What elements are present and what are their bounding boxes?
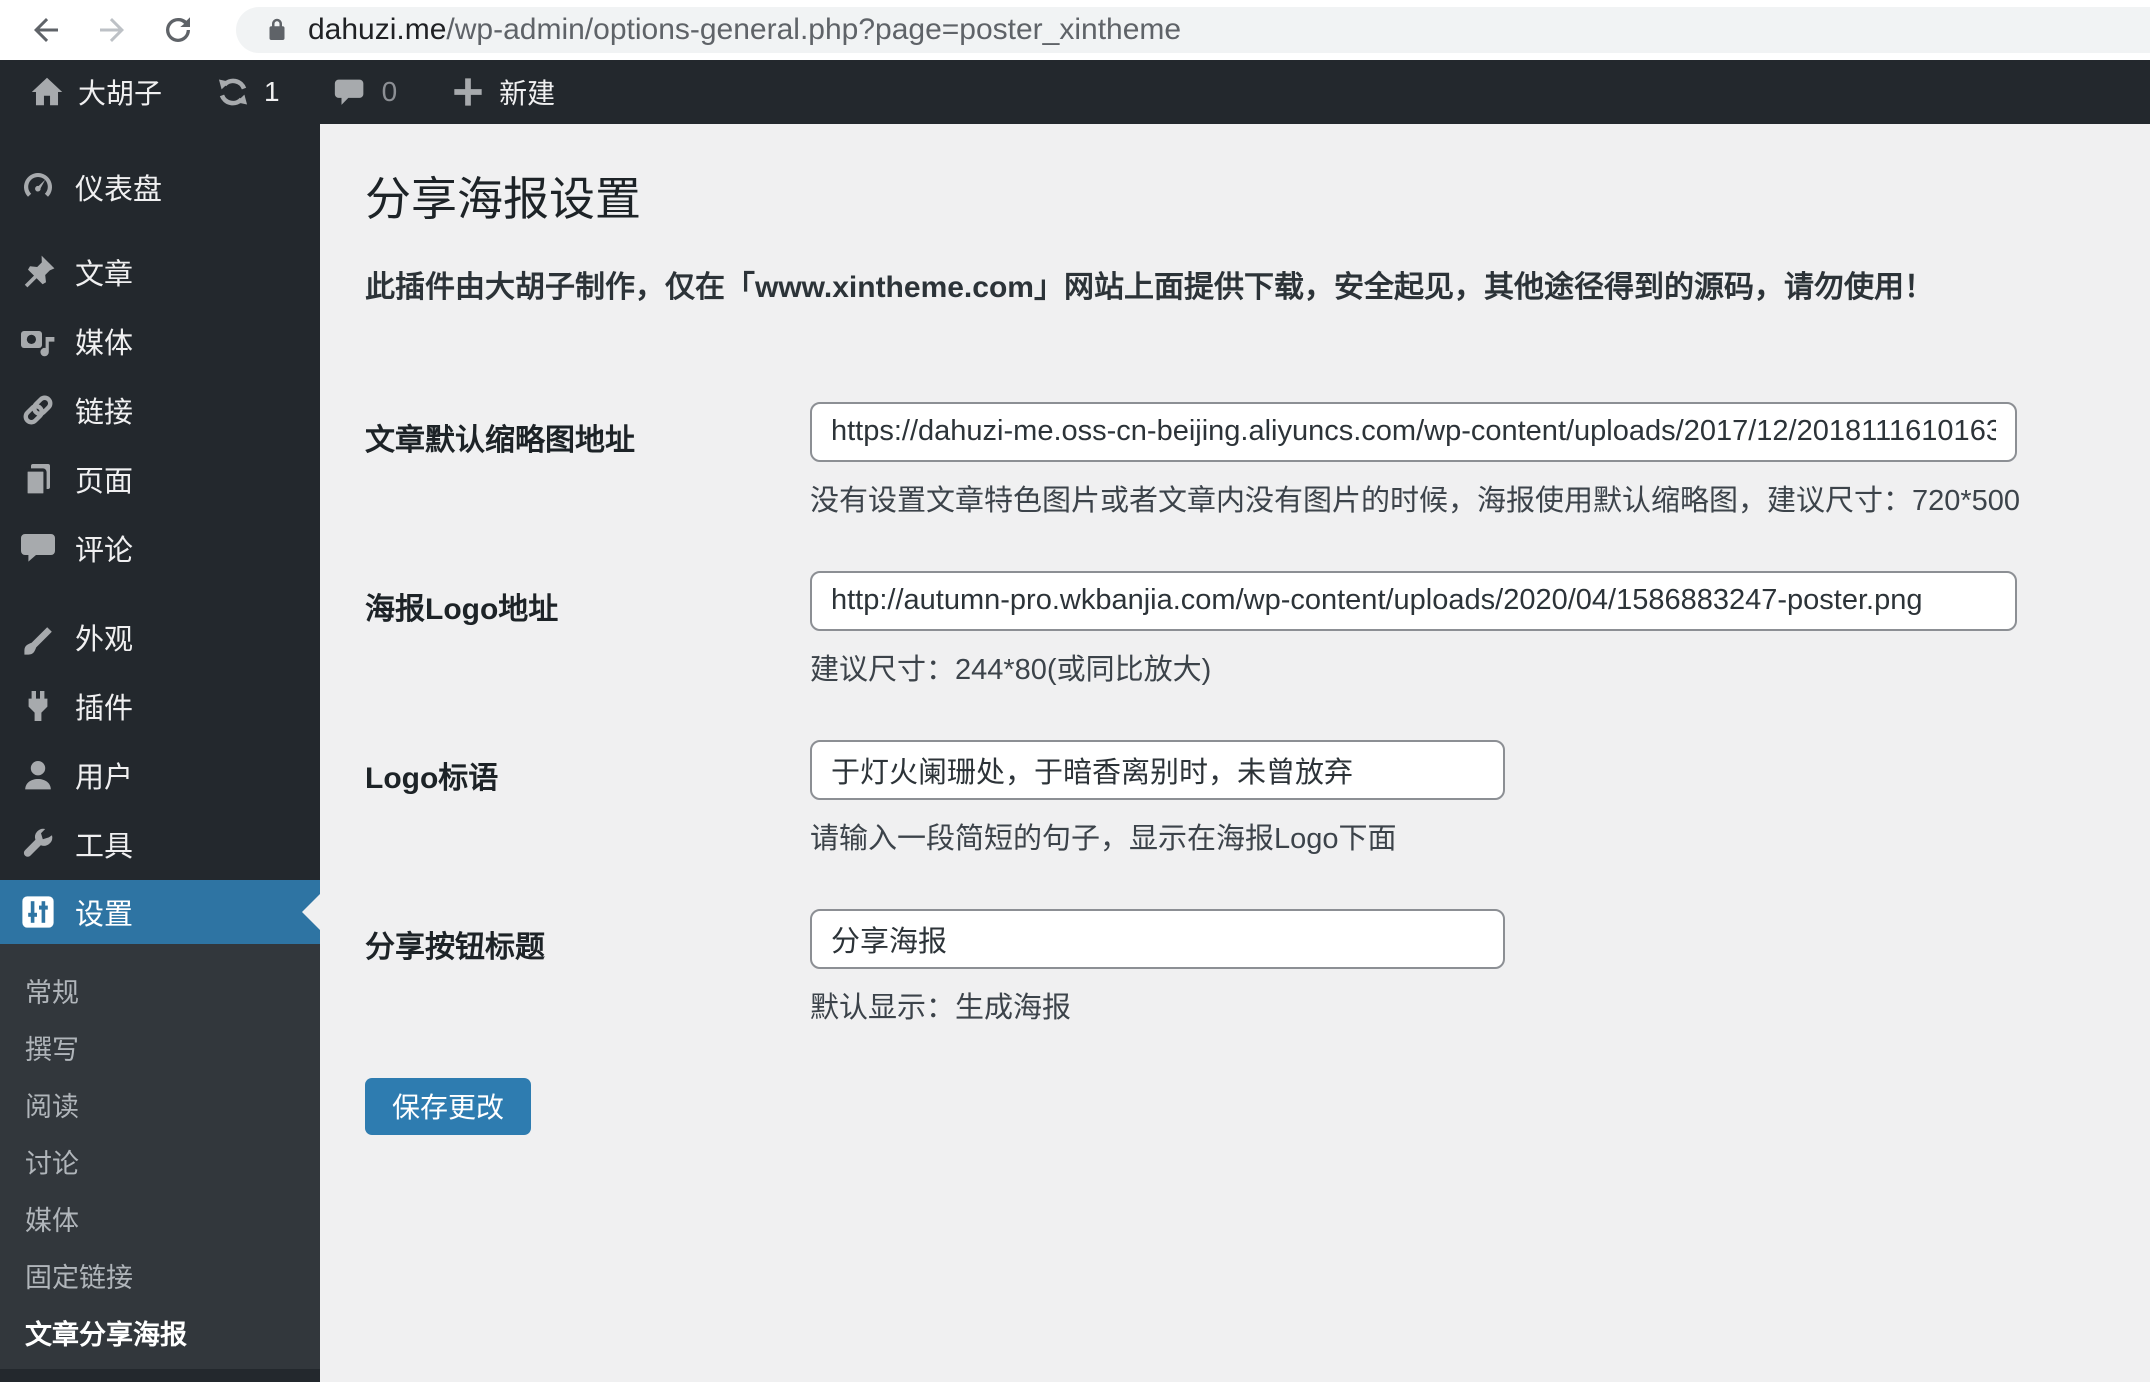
admin-bar: 大胡子 1 0 新建 [0,60,2150,124]
home-icon [31,77,63,106]
form-row-logo-url: 海报Logo地址 建议尺寸：244*80(或同比放大) [365,570,2110,688]
field-help: 建议尺寸：244*80(或同比放大) [810,653,1212,686]
settings-submenu: 常规 撰写 阅读 讨论 媒体 固定链接 文章分享海报 [0,944,320,1369]
updates-count: 1 [264,76,280,107]
poster-settings-form: 文章默认缩略图地址 没有设置文章特色图片或者文章内没有图片的时候，海报使用默认缩… [365,401,2110,1135]
form-row-thumbnail-url: 文章默认缩略图地址 没有设置文章特色图片或者文章内没有图片的时候，海报使用默认缩… [365,401,2110,519]
field-label: 海报Logo地址 [365,592,559,626]
new-label: 新建 [499,78,556,109]
sidebar-item-settings[interactable]: 设置 [0,880,320,944]
admin-sidebar: 仪表盘 文章 媒体 链接 页面 评论 外观 插件 用户 工具 设置 常规 撰写 … [0,124,320,1382]
submenu-label: 撰写 [25,1035,79,1065]
admin-bar-new[interactable]: 新建 [449,60,555,124]
form-row-logo-slogan: Logo标语 请输入一段简短的句子，显示在海报Logo下面 [365,739,2110,857]
submenu-item-share-poster[interactable]: 文章分享海报 [0,1304,320,1361]
settings-icon [18,892,58,932]
updates-icon [218,78,248,106]
sidebar-item-label: 仪表盘 [75,173,163,206]
save-changes-button[interactable]: 保存更改 [365,1077,532,1135]
plugins-icon [18,686,58,726]
submenu-label: 常规 [25,978,79,1008]
sidebar-item-appearance[interactable]: 外观 [0,602,320,671]
comment-bubble-icon [334,79,363,105]
comments-count: 0 [381,76,398,107]
admin-bar-comments[interactable]: 0 [332,60,398,124]
plugin-notice: 此插件由大胡子制作，仅在「www.xintheme.com」网站上面提供下载，安… [365,270,1934,304]
back-icon [34,18,58,42]
submenu-label: 阅读 [25,1092,79,1122]
submenu-item-reading[interactable]: 阅读 [0,1076,320,1133]
submenu-label: 讨论 [25,1149,79,1179]
submenu-label: 固定链接 [25,1263,133,1293]
site-name: 大胡子 [78,78,163,109]
form-row-share-button-title: 分享按钮标题 默认显示：生成海报 [365,908,2110,1026]
sidebar-item-plugins[interactable]: 插件 [0,671,320,740]
tools-icon [18,824,58,864]
appearance-icon [18,617,58,657]
field-label: 分享按钮标题 [365,930,545,964]
sidebar-item-links[interactable]: 链接 [0,375,320,444]
default-thumbnail-url-input[interactable] [810,401,2017,462]
field-label: Logo标语 [365,761,499,795]
sidebar-item-tools[interactable]: 工具 [0,809,320,878]
submenu-label: 媒体 [25,1206,79,1236]
sidebar-item-media[interactable]: 媒体 [0,306,320,375]
page-title: 分享海报设置 [365,173,641,225]
url-bar[interactable]: dahuzi.me/wp-admin/options-general.php?p… [236,7,2150,53]
links-icon [18,390,58,430]
sidebar-item-label: 工具 [75,830,134,863]
active-menu-arrow [302,894,320,930]
submenu-item-general[interactable]: 常规 [0,962,320,1019]
sidebar-item-pages[interactable]: 页面 [0,444,320,513]
lock-icon [269,18,285,40]
url-path: /wp-admin/options-general.php?page=poste… [446,13,1182,46]
field-help: 默认显示：生成海报 [810,991,1072,1024]
plus-icon [454,78,482,106]
url-host: dahuzi.me [308,13,447,46]
submenu-item-writing[interactable]: 撰写 [0,1019,320,1076]
sidebar-item-label: 页面 [75,465,134,498]
browser-toolbar: dahuzi.me/wp-admin/options-general.php?p… [0,0,2150,60]
pin-icon [18,252,58,292]
forward-icon [100,18,124,42]
reload-button[interactable] [156,8,200,52]
reload-icon [166,17,190,42]
sidebar-item-posts[interactable]: 文章 [0,237,320,306]
sidebar-item-label: 媒体 [75,327,134,360]
field-help: 请输入一段简短的句子，显示在海报Logo下面 [810,822,1397,855]
logo-slogan-input[interactable] [810,739,1505,800]
dashboard-icon [18,167,58,207]
sidebar-item-users[interactable]: 用户 [0,740,320,809]
media-icon [18,321,58,361]
sidebar-item-label: 用户 [75,761,134,794]
field-label: 文章默认缩略图地址 [365,423,635,457]
sidebar-item-dashboard[interactable]: 仪表盘 [0,152,320,221]
forward-button[interactable] [90,8,134,52]
admin-bar-updates[interactable]: 1 [214,60,280,124]
comments-icon [18,528,58,568]
sidebar-item-label: 插件 [75,692,134,725]
submenu-item-permalinks[interactable]: 固定链接 [0,1247,320,1304]
sidebar-item-label: 链接 [75,396,134,429]
submenu-item-media[interactable]: 媒体 [0,1190,320,1247]
submenu-label: 文章分享海报 [25,1320,187,1350]
sidebar-item-label: 评论 [75,534,134,567]
sidebar-item-label: 设置 [75,899,134,931]
sidebar-item-label: 文章 [75,258,134,291]
users-icon [18,755,58,795]
settings-page: 分享海报设置 此插件由大胡子制作，仅在「www.xintheme.com」网站上… [320,124,2150,1382]
pages-icon [18,459,58,499]
submenu-item-discussion[interactable]: 讨论 [0,1133,320,1190]
back-button[interactable] [24,8,68,52]
poster-logo-url-input[interactable] [810,570,2017,631]
sidebar-item-comments[interactable]: 评论 [0,513,320,582]
sidebar-item-label: 外观 [75,623,134,656]
admin-bar-site-menu[interactable]: 大胡子 [28,60,162,124]
share-button-title-input[interactable] [810,908,1505,969]
field-help: 没有设置文章特色图片或者文章内没有图片的时候，海报使用默认缩略图，建议尺寸：72… [810,484,2021,517]
